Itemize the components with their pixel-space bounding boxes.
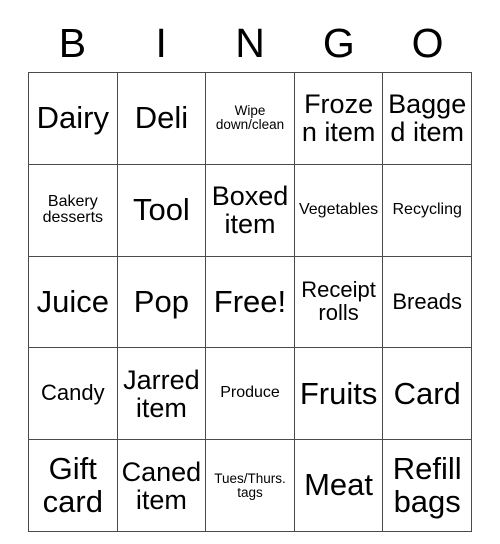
bingo-cell-label: Card bbox=[393, 375, 461, 411]
bingo-header-letter-b: B bbox=[58, 19, 87, 66]
bingo-cell[interactable]: Gift card bbox=[28, 439, 118, 532]
bingo-cell-label: Produce bbox=[220, 384, 280, 402]
bingo-cell-label: Caned item bbox=[121, 456, 202, 515]
bingo-cell-label: Bakery desserts bbox=[42, 192, 104, 227]
bingo-cell[interactable]: Recycling bbox=[382, 163, 472, 257]
bingo-cell[interactable]: Meat bbox=[293, 439, 384, 532]
bingo-header-letter-g: G bbox=[322, 19, 355, 66]
bingo-cell[interactable]: Deli bbox=[116, 72, 207, 165]
bingo-cell-label: Wipe down/clean bbox=[215, 103, 285, 133]
bingo-cell-label: Free! bbox=[213, 283, 287, 319]
bingo-cell[interactable]: Dairy bbox=[28, 72, 118, 165]
bingo-cell[interactable]: Boxed item bbox=[205, 163, 295, 257]
bingo-cell-label: Candy bbox=[41, 380, 105, 406]
bingo-cell[interactable]: Bagged item bbox=[382, 72, 472, 165]
bingo-cell-label: Deli bbox=[134, 100, 189, 136]
bingo-cell-label: Receipt rolls bbox=[301, 277, 376, 325]
bingo-cell-label: Pop bbox=[133, 283, 189, 319]
bingo-cell-label: Recycling bbox=[392, 200, 462, 218]
bingo-row: Bakery desserts Tool Boxed item Vegetabl… bbox=[28, 163, 472, 257]
bingo-cell-label: Frozen item bbox=[301, 89, 376, 148]
bingo-cell-label: Bagged item bbox=[388, 89, 467, 148]
bingo-cell[interactable]: Tues/Thurs. tags bbox=[205, 439, 295, 532]
bingo-header-letter-n: N bbox=[235, 19, 265, 66]
bingo-cell-label: Juice bbox=[36, 283, 109, 319]
bingo-cell[interactable]: Card bbox=[382, 347, 472, 441]
bingo-cell-label: Boxed item bbox=[211, 181, 289, 240]
bingo-cell-label: Gift card bbox=[42, 451, 103, 519]
bingo-grid: Dairy Deli Wipe down/clean Frozen item B… bbox=[28, 72, 472, 532]
bingo-header-letter-i: I bbox=[155, 19, 167, 66]
bingo-cell-label: Dairy bbox=[36, 100, 109, 136]
bingo-cell[interactable]: Pop bbox=[116, 255, 207, 349]
bingo-row: Gift card Caned item Tues/Thurs. tags Me… bbox=[28, 439, 472, 532]
bingo-cell[interactable]: Bakery desserts bbox=[28, 163, 118, 257]
bingo-card: B I N G O Dairy Deli Wipe down/clean Fro… bbox=[28, 14, 472, 532]
bingo-cell[interactable]: Caned item bbox=[116, 439, 207, 532]
bingo-cell-label: Fruits bbox=[299, 375, 378, 411]
bingo-row: Dairy Deli Wipe down/clean Frozen item B… bbox=[28, 72, 472, 165]
bingo-cell[interactable]: Vegetables bbox=[293, 163, 384, 257]
bingo-cell[interactable]: Breads bbox=[382, 255, 472, 349]
bingo-cell[interactable]: Wipe down/clean bbox=[205, 72, 295, 165]
bingo-cell[interactable]: Refill bags bbox=[382, 439, 472, 532]
bingo-cell[interactable]: Fruits bbox=[293, 347, 384, 441]
bingo-header-row: B I N G O bbox=[28, 14, 472, 72]
bingo-cell-label: Breads bbox=[392, 288, 463, 314]
bingo-cell[interactable]: Tool bbox=[116, 163, 207, 257]
bingo-cell-label: Tool bbox=[132, 192, 190, 228]
bingo-cell[interactable]: Frozen item bbox=[293, 72, 384, 165]
bingo-cell[interactable]: Receipt rolls bbox=[293, 255, 384, 349]
bingo-cell[interactable]: Candy bbox=[28, 347, 118, 441]
bingo-cell-label: Jarred item bbox=[123, 364, 200, 423]
bingo-header-letter-o: O bbox=[411, 19, 444, 66]
bingo-cell[interactable]: Produce bbox=[205, 347, 295, 441]
bingo-cell-label: Meat bbox=[304, 467, 374, 503]
bingo-row: Juice Pop Free! Receipt rolls Breads bbox=[28, 255, 472, 349]
bingo-row: Candy Jarred item Produce Fruits Card bbox=[28, 347, 472, 441]
bingo-cell-label: Vegetables bbox=[298, 200, 379, 218]
bingo-cell-free-space[interactable]: Free! bbox=[205, 255, 295, 349]
bingo-cell[interactable]: Jarred item bbox=[116, 347, 207, 441]
bingo-cell[interactable]: Juice bbox=[28, 255, 118, 349]
bingo-cell-label: Refill bags bbox=[392, 451, 462, 519]
bingo-cell-label: Tues/Thurs. tags bbox=[214, 470, 286, 500]
